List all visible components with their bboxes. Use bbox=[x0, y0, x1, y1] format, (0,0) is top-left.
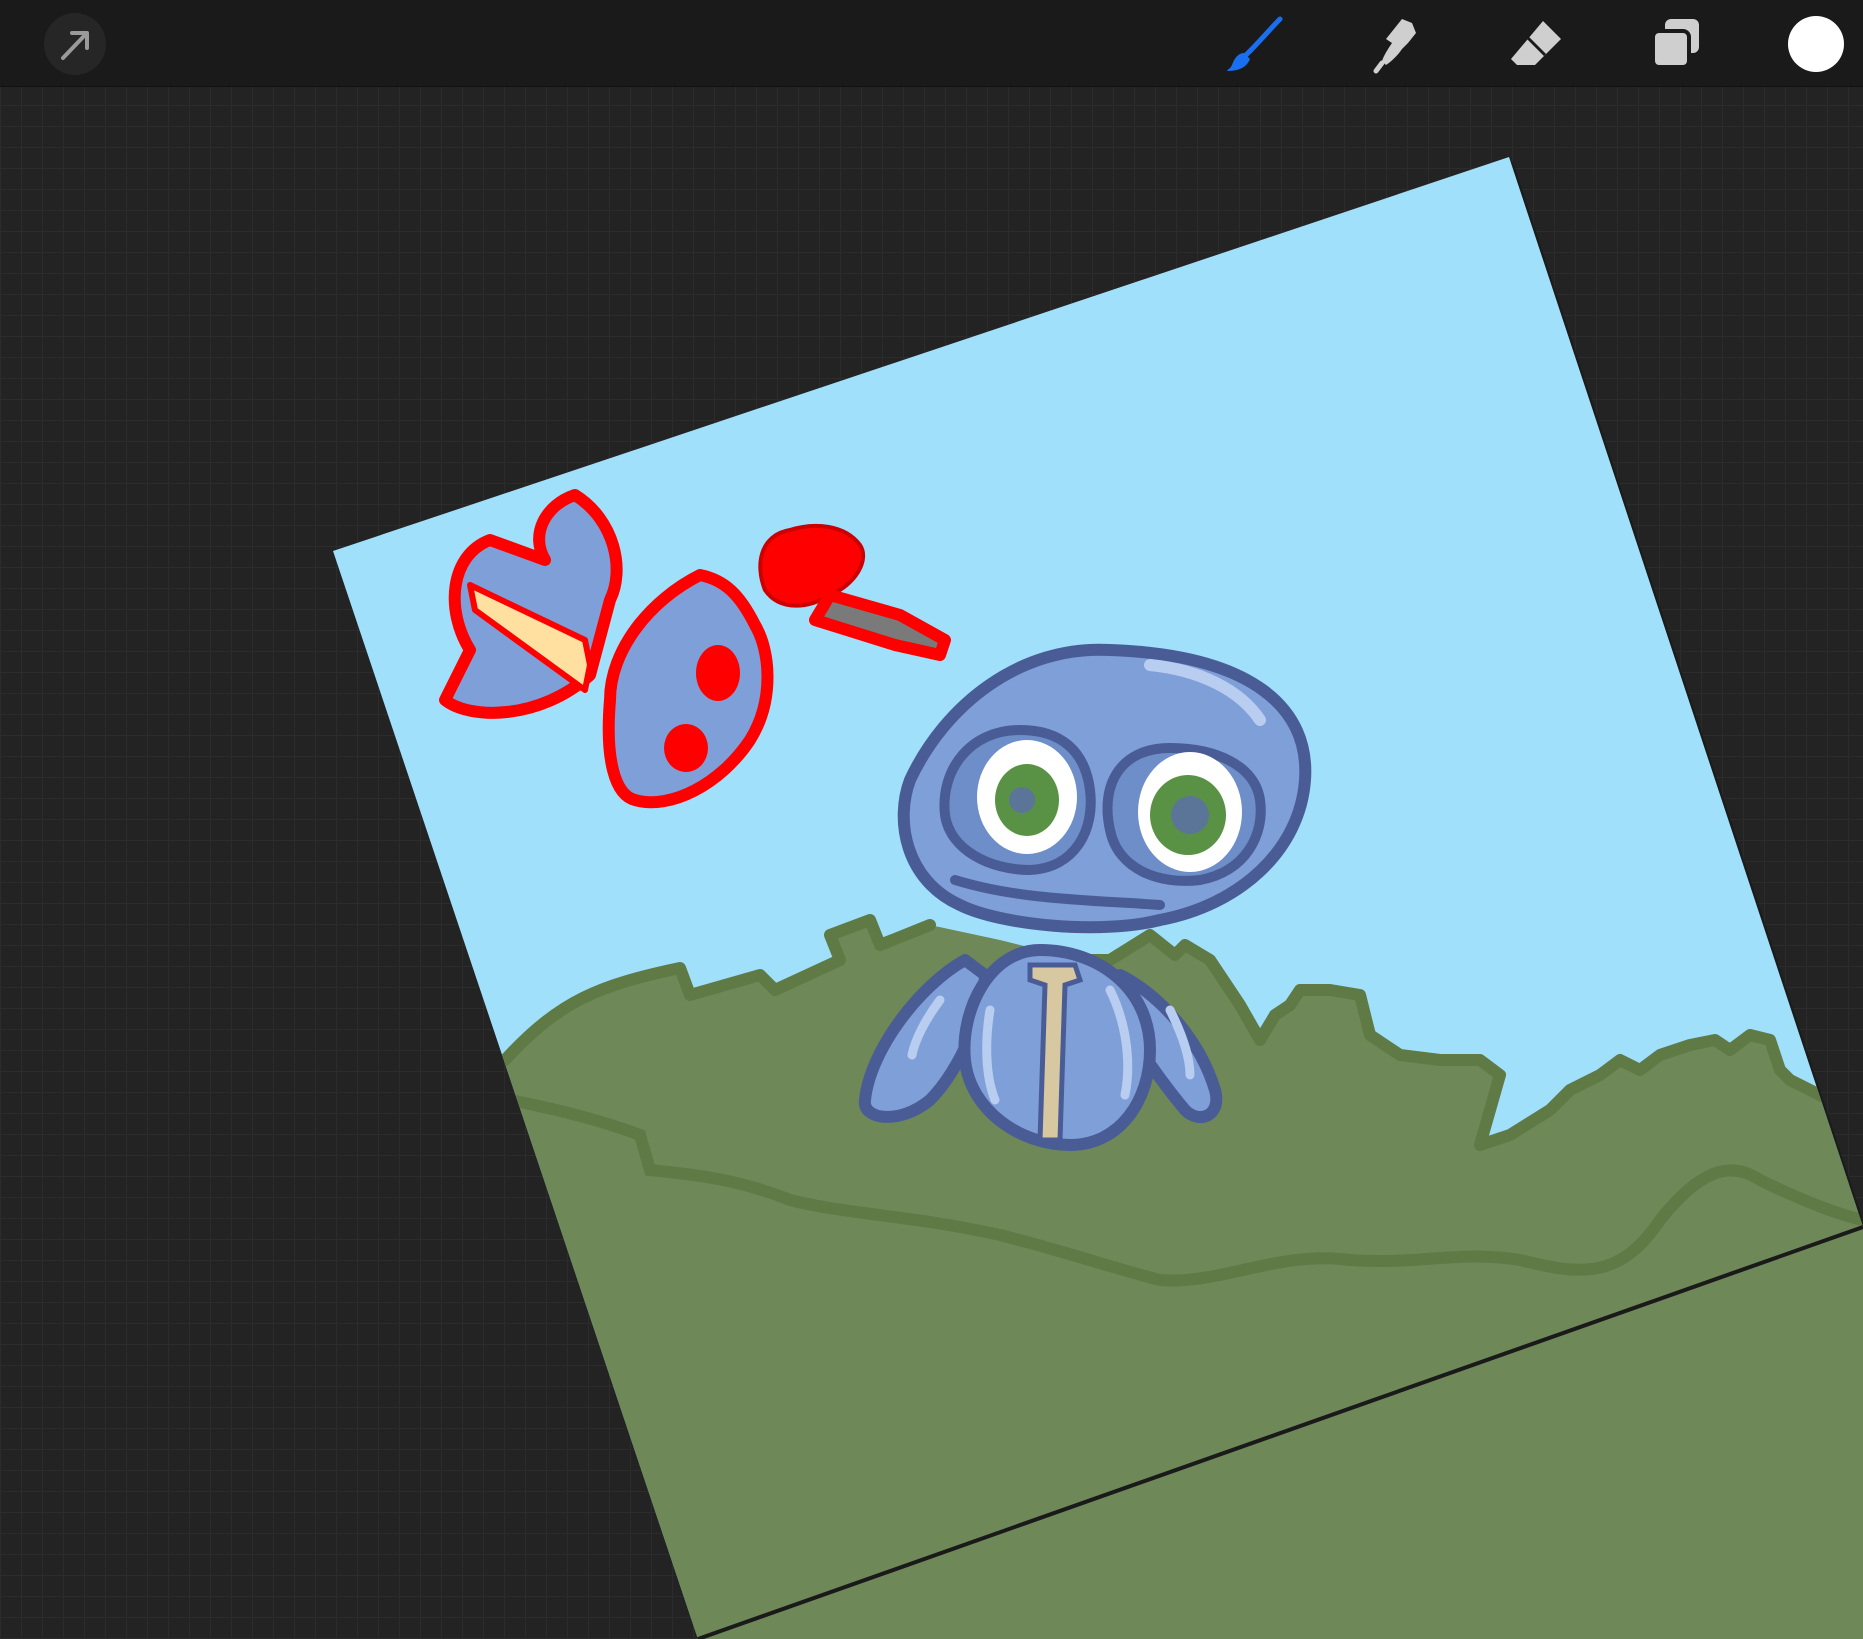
smudge-tool-button[interactable] bbox=[1364, 13, 1426, 75]
color-swatch-button[interactable] bbox=[1785, 13, 1847, 75]
layers-icon bbox=[1651, 19, 1699, 69]
eraser-icon bbox=[1511, 21, 1561, 65]
layers-tool-button[interactable] bbox=[1645, 13, 1707, 75]
brush-tool-button[interactable] bbox=[1224, 13, 1286, 75]
brush-icon bbox=[1227, 16, 1283, 71]
eraser-tool-button[interactable] bbox=[1505, 13, 1567, 75]
transform-tool-button[interactable] bbox=[44, 13, 106, 75]
smudge-icon bbox=[1373, 19, 1416, 74]
transform-arrow-icon bbox=[44, 13, 106, 75]
artwork bbox=[333, 157, 1863, 1639]
top-toolbar bbox=[0, 0, 1863, 87]
color-swatch-icon bbox=[1788, 16, 1844, 72]
artwork-canvas[interactable] bbox=[0, 0, 1863, 1639]
